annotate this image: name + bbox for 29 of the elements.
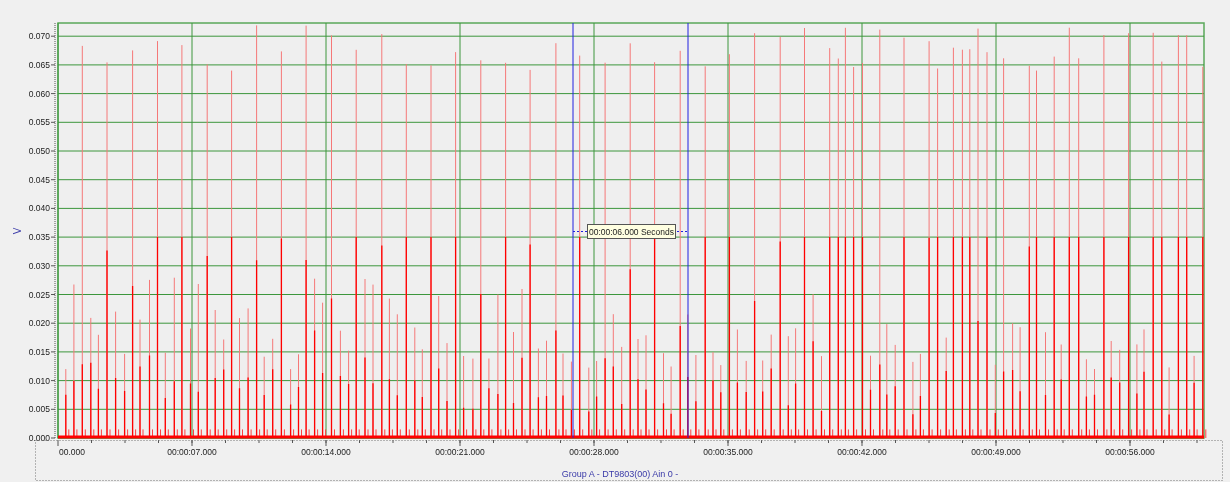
cursor-line[interactable] — [572, 22, 574, 439]
y-axis-label: V — [12, 227, 23, 235]
y-tick-label: 0.040 — [28, 203, 50, 214]
y-tick-label: 0.035 — [28, 232, 50, 243]
y-tick-label: 0.060 — [28, 88, 50, 99]
x-tick-label: 00:00:14.000 — [301, 447, 351, 457]
x-tick-label: 00:00:49.000 — [971, 447, 1021, 457]
y-tick-label: 0.025 — [28, 289, 50, 300]
y-tick-label: 0.050 — [28, 146, 50, 156]
x-tick-label: 00:00:35.000 — [703, 447, 753, 457]
cursor-line[interactable] — [687, 22, 689, 439]
y-tick-label: 0.065 — [28, 59, 50, 70]
x-tick-label: 00.000 — [59, 447, 85, 457]
x-tick-label: 00:00:07.000 — [167, 447, 217, 457]
y-tick-label: 0.005 — [28, 404, 50, 415]
x-tick-label: 00:00:56.000 — [1105, 447, 1155, 457]
legend-label: Group A - DT9803(00) Ain 0 - — [561, 469, 679, 479]
y-tick-label: 0.070 — [28, 31, 50, 42]
cursor-readout: 00:00:06.000 Seconds — [587, 224, 676, 239]
x-tick-label: 00:00:21.000 — [435, 447, 485, 457]
y-tick-label: 0.030 — [28, 260, 50, 271]
x-tick-label: 00:00:42.000 — [837, 447, 887, 457]
y-tick-label: 0.045 — [28, 174, 50, 185]
y-tick-label: 0.000 — [28, 433, 50, 443]
y-tick-label: 0.015 — [28, 346, 50, 357]
x-tick-label: 00:00:28.000 — [569, 447, 619, 457]
y-tick-label: 0.010 — [28, 375, 50, 386]
y-tick-label: 0.020 — [28, 318, 50, 329]
y-tick-label: 0.055 — [28, 117, 50, 128]
